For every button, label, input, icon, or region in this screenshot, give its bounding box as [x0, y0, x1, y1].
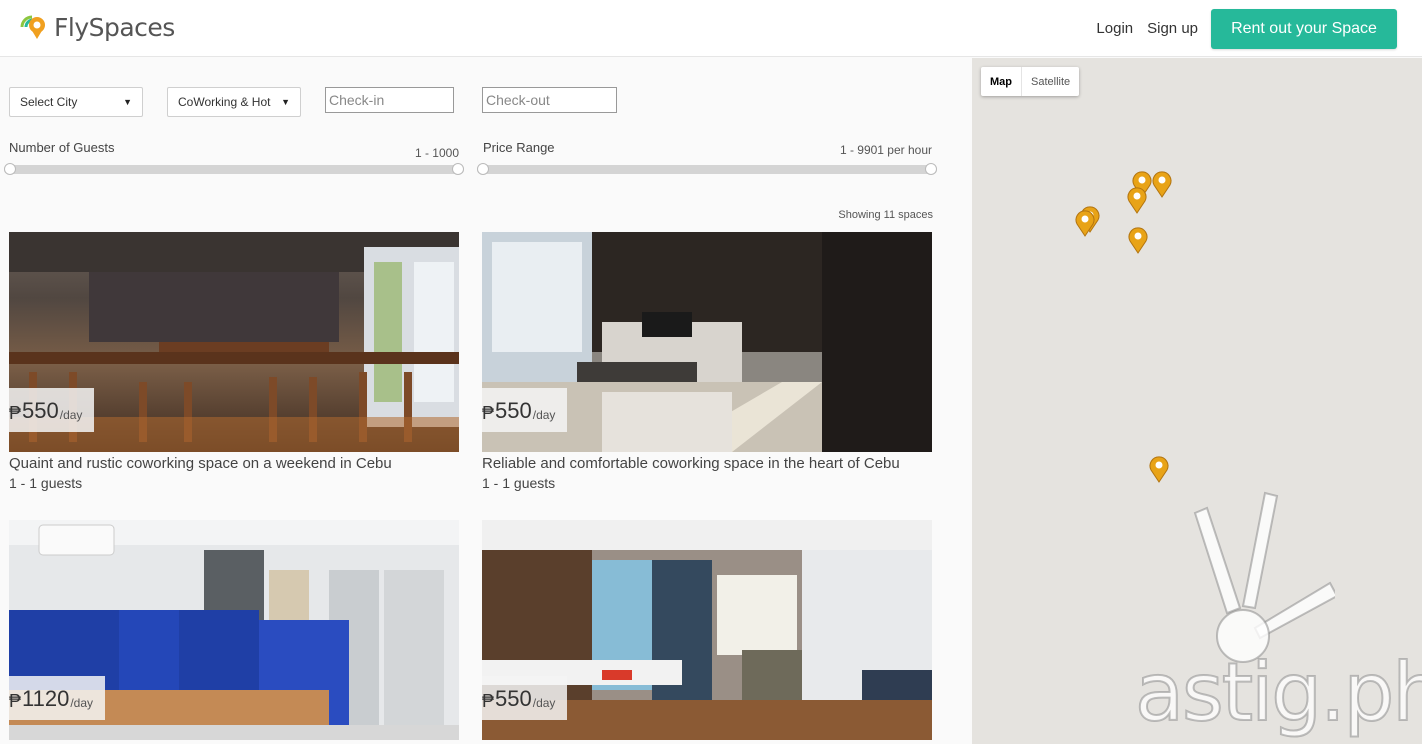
listing-card[interactable]: ₱ 1120 /day: [9, 520, 459, 743]
watermark-text: astig.ph: [1134, 645, 1422, 740]
price-unit: /day: [70, 696, 94, 710]
brand-name: FlySpaces: [54, 12, 175, 42]
chevron-down-icon: ▼: [281, 97, 290, 107]
logo-pin-icon: [20, 15, 45, 39]
login-link[interactable]: Login: [1096, 20, 1133, 37]
currency-symbol: ₱: [9, 403, 22, 423]
city-select[interactable]: Select City ▼: [9, 87, 143, 117]
results-count: Showing 11 spaces: [838, 209, 933, 221]
guests-range-value: 1 - 1000: [414, 146, 459, 160]
price-tag: ₱ 1120 /day: [9, 676, 106, 720]
price-max-handle[interactable]: [925, 163, 937, 175]
map-pin-icon[interactable]: [1126, 186, 1148, 214]
price-unit: /day: [532, 696, 556, 710]
price-amount: 550: [22, 398, 59, 423]
top-header: FlySpaces Login Sign up Rent out your Sp…: [0, 0, 1422, 57]
rent-out-space-button[interactable]: Rent out your Space: [1211, 8, 1397, 49]
listing-guests: 1 - 1 guests: [9, 475, 83, 491]
map-type-map-button[interactable]: Map: [981, 67, 1021, 96]
listing-photo[interactable]: ₱ 550 /day: [9, 232, 459, 452]
currency-symbol: ₱: [482, 691, 495, 711]
search-panel: Select City ▼ CoWorking & Hot ▼ Check-in…: [0, 58, 972, 744]
guests-slider[interactable]: [4, 163, 464, 175]
listing-photo[interactable]: ₱ 550 /day: [482, 232, 932, 452]
listing-guests: 1 - 1 guests: [482, 475, 556, 491]
map-pin-icon[interactable]: [1151, 170, 1173, 198]
checkin-input[interactable]: Check-in: [325, 87, 454, 113]
guests-label: Number of Guests: [9, 140, 115, 155]
brand-logo[interactable]: FlySpaces: [18, 10, 175, 44]
price-amount: 550: [495, 686, 532, 711]
header-nav: Login Sign up Rent out your Space: [1096, 0, 1422, 57]
guests-min-handle[interactable]: [4, 163, 16, 175]
price-tag: ₱ 550 /day: [482, 676, 568, 720]
map-pin-icon[interactable]: [1148, 455, 1170, 483]
chevron-down-icon: ▼: [123, 97, 132, 107]
guests-max-handle[interactable]: [452, 163, 464, 175]
map-type-satellite-button[interactable]: Satellite: [1021, 67, 1079, 96]
signup-link[interactable]: Sign up: [1147, 20, 1198, 37]
listing-title[interactable]: Reliable and comfortable coworking space…: [482, 455, 932, 472]
checkout-input[interactable]: Check-out: [482, 87, 617, 113]
watermark-logo-icon: [1193, 491, 1335, 663]
listing-card[interactable]: ₱ 550 /day: [482, 520, 932, 743]
listing-card[interactable]: ₱ 550 /day Reliable and comfortable cowo…: [482, 232, 932, 491]
listing-title[interactable]: Quaint and rustic coworking space on a w…: [9, 455, 459, 472]
currency-symbol: ₱: [482, 403, 495, 423]
price-min-handle[interactable]: [477, 163, 489, 175]
map-pin-icon[interactable]: [1127, 226, 1149, 254]
space-type-select[interactable]: CoWorking & Hot ▼: [167, 87, 301, 117]
price-amount: 1120: [22, 686, 70, 711]
price-tag: ₱ 550 /day: [482, 388, 568, 432]
price-tag: ₱ 550 /day: [9, 388, 95, 432]
city-select-value: Select City: [20, 95, 78, 109]
price-label: Price Range: [483, 140, 555, 155]
price-unit: /day: [532, 408, 556, 422]
map-type-toggle: Map Satellite: [981, 67, 1080, 96]
map-pin-icon[interactable]: [1074, 209, 1096, 237]
listing-card[interactable]: ₱ 550 /day Quaint and rustic coworking s…: [9, 232, 459, 491]
price-amount: 550: [495, 398, 532, 423]
space-type-value: CoWorking & Hot: [178, 95, 271, 109]
map-view[interactable]: Map Satellite astig.ph: [972, 58, 1422, 744]
listing-photo[interactable]: ₱ 550 /day: [482, 520, 932, 740]
price-unit: /day: [59, 408, 83, 422]
price-slider[interactable]: [477, 163, 937, 175]
price-range-value: 1 - 9901 per hour: [839, 143, 932, 157]
listing-photo[interactable]: ₱ 1120 /day: [9, 520, 459, 740]
currency-symbol: ₱: [9, 691, 22, 711]
